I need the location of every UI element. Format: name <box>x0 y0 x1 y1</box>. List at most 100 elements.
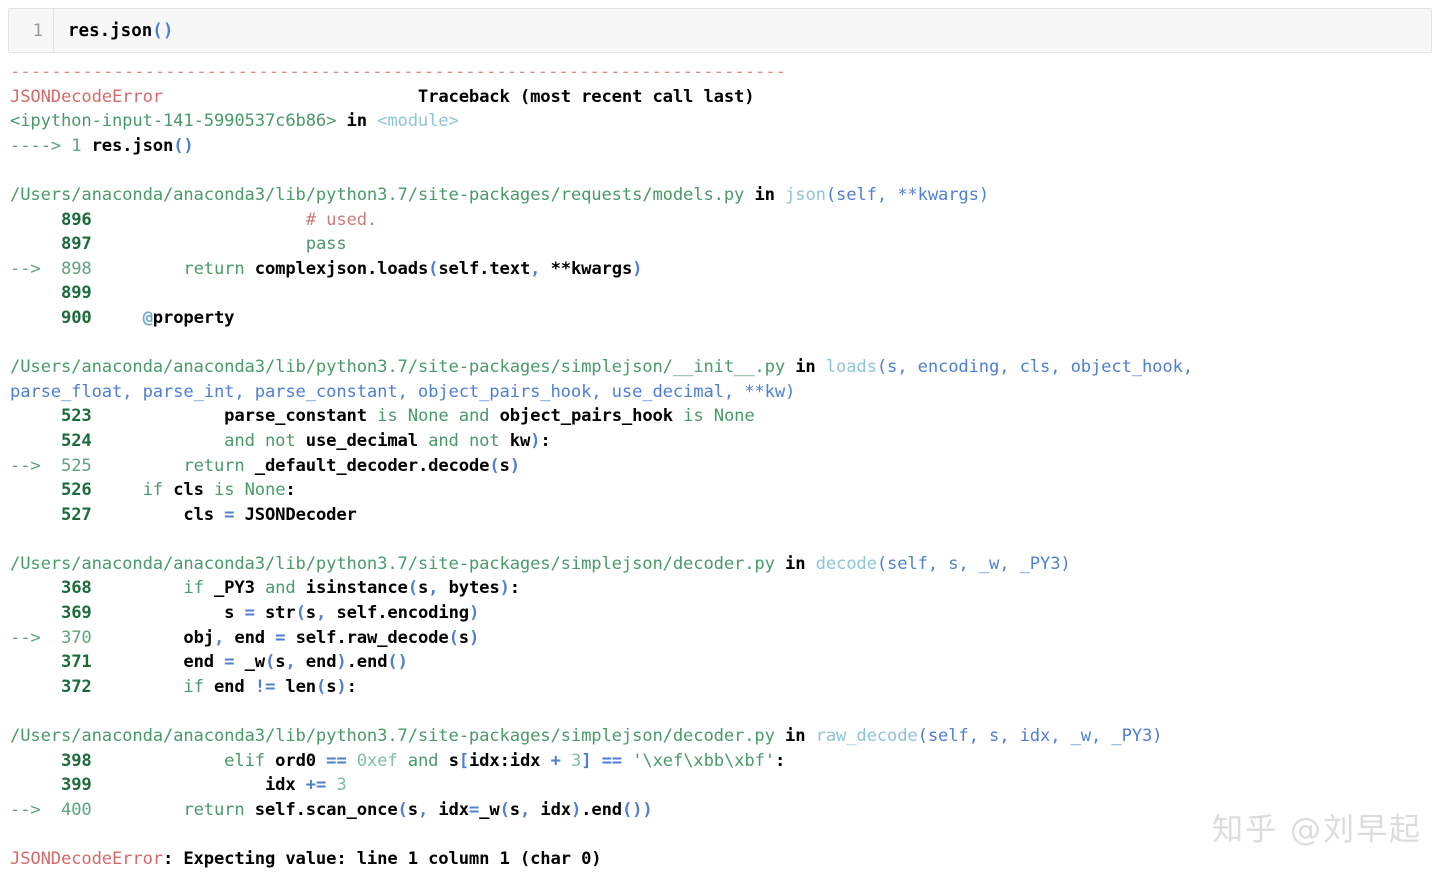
keyword: return <box>183 799 245 820</box>
line-number: 527 <box>50 504 92 525</box>
punctuation: . <box>377 603 388 624</box>
punctuation: ( <box>295 603 306 624</box>
operator: += <box>305 775 327 796</box>
traceback-frame-header: /Users/anaconda/anaconda3/lib/python3.7/… <box>10 724 1440 749</box>
identifier: s <box>448 750 459 771</box>
keyword: return <box>183 258 245 279</box>
punctuation: ( <box>621 799 633 820</box>
identifier: s <box>224 603 235 624</box>
identifier: isinstance <box>305 578 408 599</box>
decorator-at: @ <box>142 307 153 328</box>
traceback-source-line: 527 cls = JSONDecoder <box>10 503 1440 528</box>
code-line-number-gutter: 1 <box>9 9 54 52</box>
identifier: len <box>285 676 316 697</box>
keyword: None <box>244 480 286 501</box>
identifier: self <box>254 799 296 820</box>
punctuation: , <box>417 799 429 820</box>
identifier: _PY3 <box>213 578 255 599</box>
operator: ** <box>550 258 572 279</box>
identifier: ord0 <box>275 750 316 771</box>
punctuation: ( <box>489 455 500 476</box>
operator: = <box>224 504 235 525</box>
arrow-spacer <box>10 505 51 525</box>
identifier: scan_once <box>305 799 398 820</box>
identifier: s <box>417 578 429 599</box>
traceback-source-line: 900 @property <box>10 306 1440 331</box>
arrow-spacer <box>10 234 51 254</box>
traceback-source-line: 524 and not use_decimal and not kw): <box>10 429 1440 454</box>
identifier: object_pairs_hook <box>499 406 674 427</box>
arrow-spacer <box>10 210 51 230</box>
punctuation: , <box>285 652 296 673</box>
identifier: _w <box>479 799 500 820</box>
arrow-marker: --> <box>10 258 51 279</box>
frame-signature: (s, encoding, cls, object_hook, <box>876 357 1193 378</box>
punctuation: ) <box>632 258 643 279</box>
punctuation: ) <box>468 627 480 648</box>
punctuation: . <box>417 455 429 476</box>
identifier: s <box>499 455 510 476</box>
punctuation: : <box>346 676 357 697</box>
keyword: elif <box>224 750 265 771</box>
arrow-marker: --> <box>10 627 51 648</box>
line-number: 370 <box>50 627 92 648</box>
code-editor-line[interactable]: res.json() <box>54 9 1431 52</box>
identifier: loads <box>377 258 429 279</box>
arrow-spacer <box>10 308 51 328</box>
line-number: 400 <box>50 799 92 820</box>
line-number: 398 <box>50 750 92 771</box>
punctuation: ( <box>448 627 459 648</box>
notebook-input-cell[interactable]: 1 res.json() <box>8 8 1432 53</box>
punctuation: ( <box>264 652 276 673</box>
keyword: is <box>214 480 235 501</box>
keyword: and <box>458 406 490 427</box>
identifier: str <box>264 603 296 624</box>
keyword: is <box>683 406 704 427</box>
keyword: not <box>264 430 296 451</box>
traceback-origin-line: ----> 1 res.json() <box>10 134 1440 159</box>
frame-file: /Users/anaconda/anaconda3/lib/python3.7/… <box>10 553 775 574</box>
operator: == <box>326 750 347 771</box>
line-number: 900 <box>50 307 92 328</box>
traceback-frame-header: /Users/anaconda/anaconda3/lib/python3.7/… <box>10 552 1440 577</box>
traceback-source-line: 399 idx += 3 <box>10 773 1440 798</box>
traceback-source-line: 897 pass <box>10 232 1440 257</box>
arrow-spacer <box>10 578 51 598</box>
frame-function: <module> <box>377 111 459 132</box>
punctuation: : <box>499 750 510 771</box>
line-number: 369 <box>50 603 92 624</box>
number-literal: 3 <box>336 775 347 796</box>
identifier: end <box>213 676 245 697</box>
frame-in-keyword: in <box>774 553 816 574</box>
traceback-final-error: JSONDecodeError: Expecting value: line 1… <box>10 847 1440 872</box>
frame-file: /Users/anaconda/anaconda3/lib/python3.7/… <box>10 184 745 205</box>
keyword: and <box>264 578 296 599</box>
identifier: use_decimal <box>305 430 418 451</box>
operator: + <box>550 750 561 771</box>
identifier: s <box>509 799 520 820</box>
number-literal: 3 <box>570 750 582 771</box>
identifier: raw_decode <box>346 627 449 648</box>
frame-function: decode <box>815 553 877 574</box>
punctuation: ( <box>499 799 510 820</box>
punctuation: , <box>519 799 531 820</box>
identifier: s <box>305 603 316 624</box>
keyword: None <box>713 406 755 427</box>
code-identifier: res.json <box>91 135 174 156</box>
traceback-frame-header: /Users/anaconda/anaconda3/lib/python3.7/… <box>10 355 1440 380</box>
notebook-output-area: 1 res.json() ---------------------------… <box>0 0 1440 891</box>
line-number: 898 <box>50 258 92 279</box>
punctuation: ( <box>315 676 327 697</box>
traceback-source-line: 371 end = _w(s, end).end() <box>10 650 1440 675</box>
keyword: if <box>183 676 204 697</box>
punctuation: ( <box>428 258 439 279</box>
identifier: encoding <box>387 603 469 624</box>
identifier: idx <box>540 799 571 820</box>
punctuation: , <box>428 578 439 599</box>
frame-in-keyword: in <box>744 184 786 205</box>
punctuation: ) <box>336 652 347 673</box>
traceback-header: JSONDecodeError Traceback (most recent c… <box>10 85 1440 110</box>
identifier: self <box>295 627 337 648</box>
frame-signature: (self, s, idx, _w, _PY3) <box>917 726 1163 747</box>
